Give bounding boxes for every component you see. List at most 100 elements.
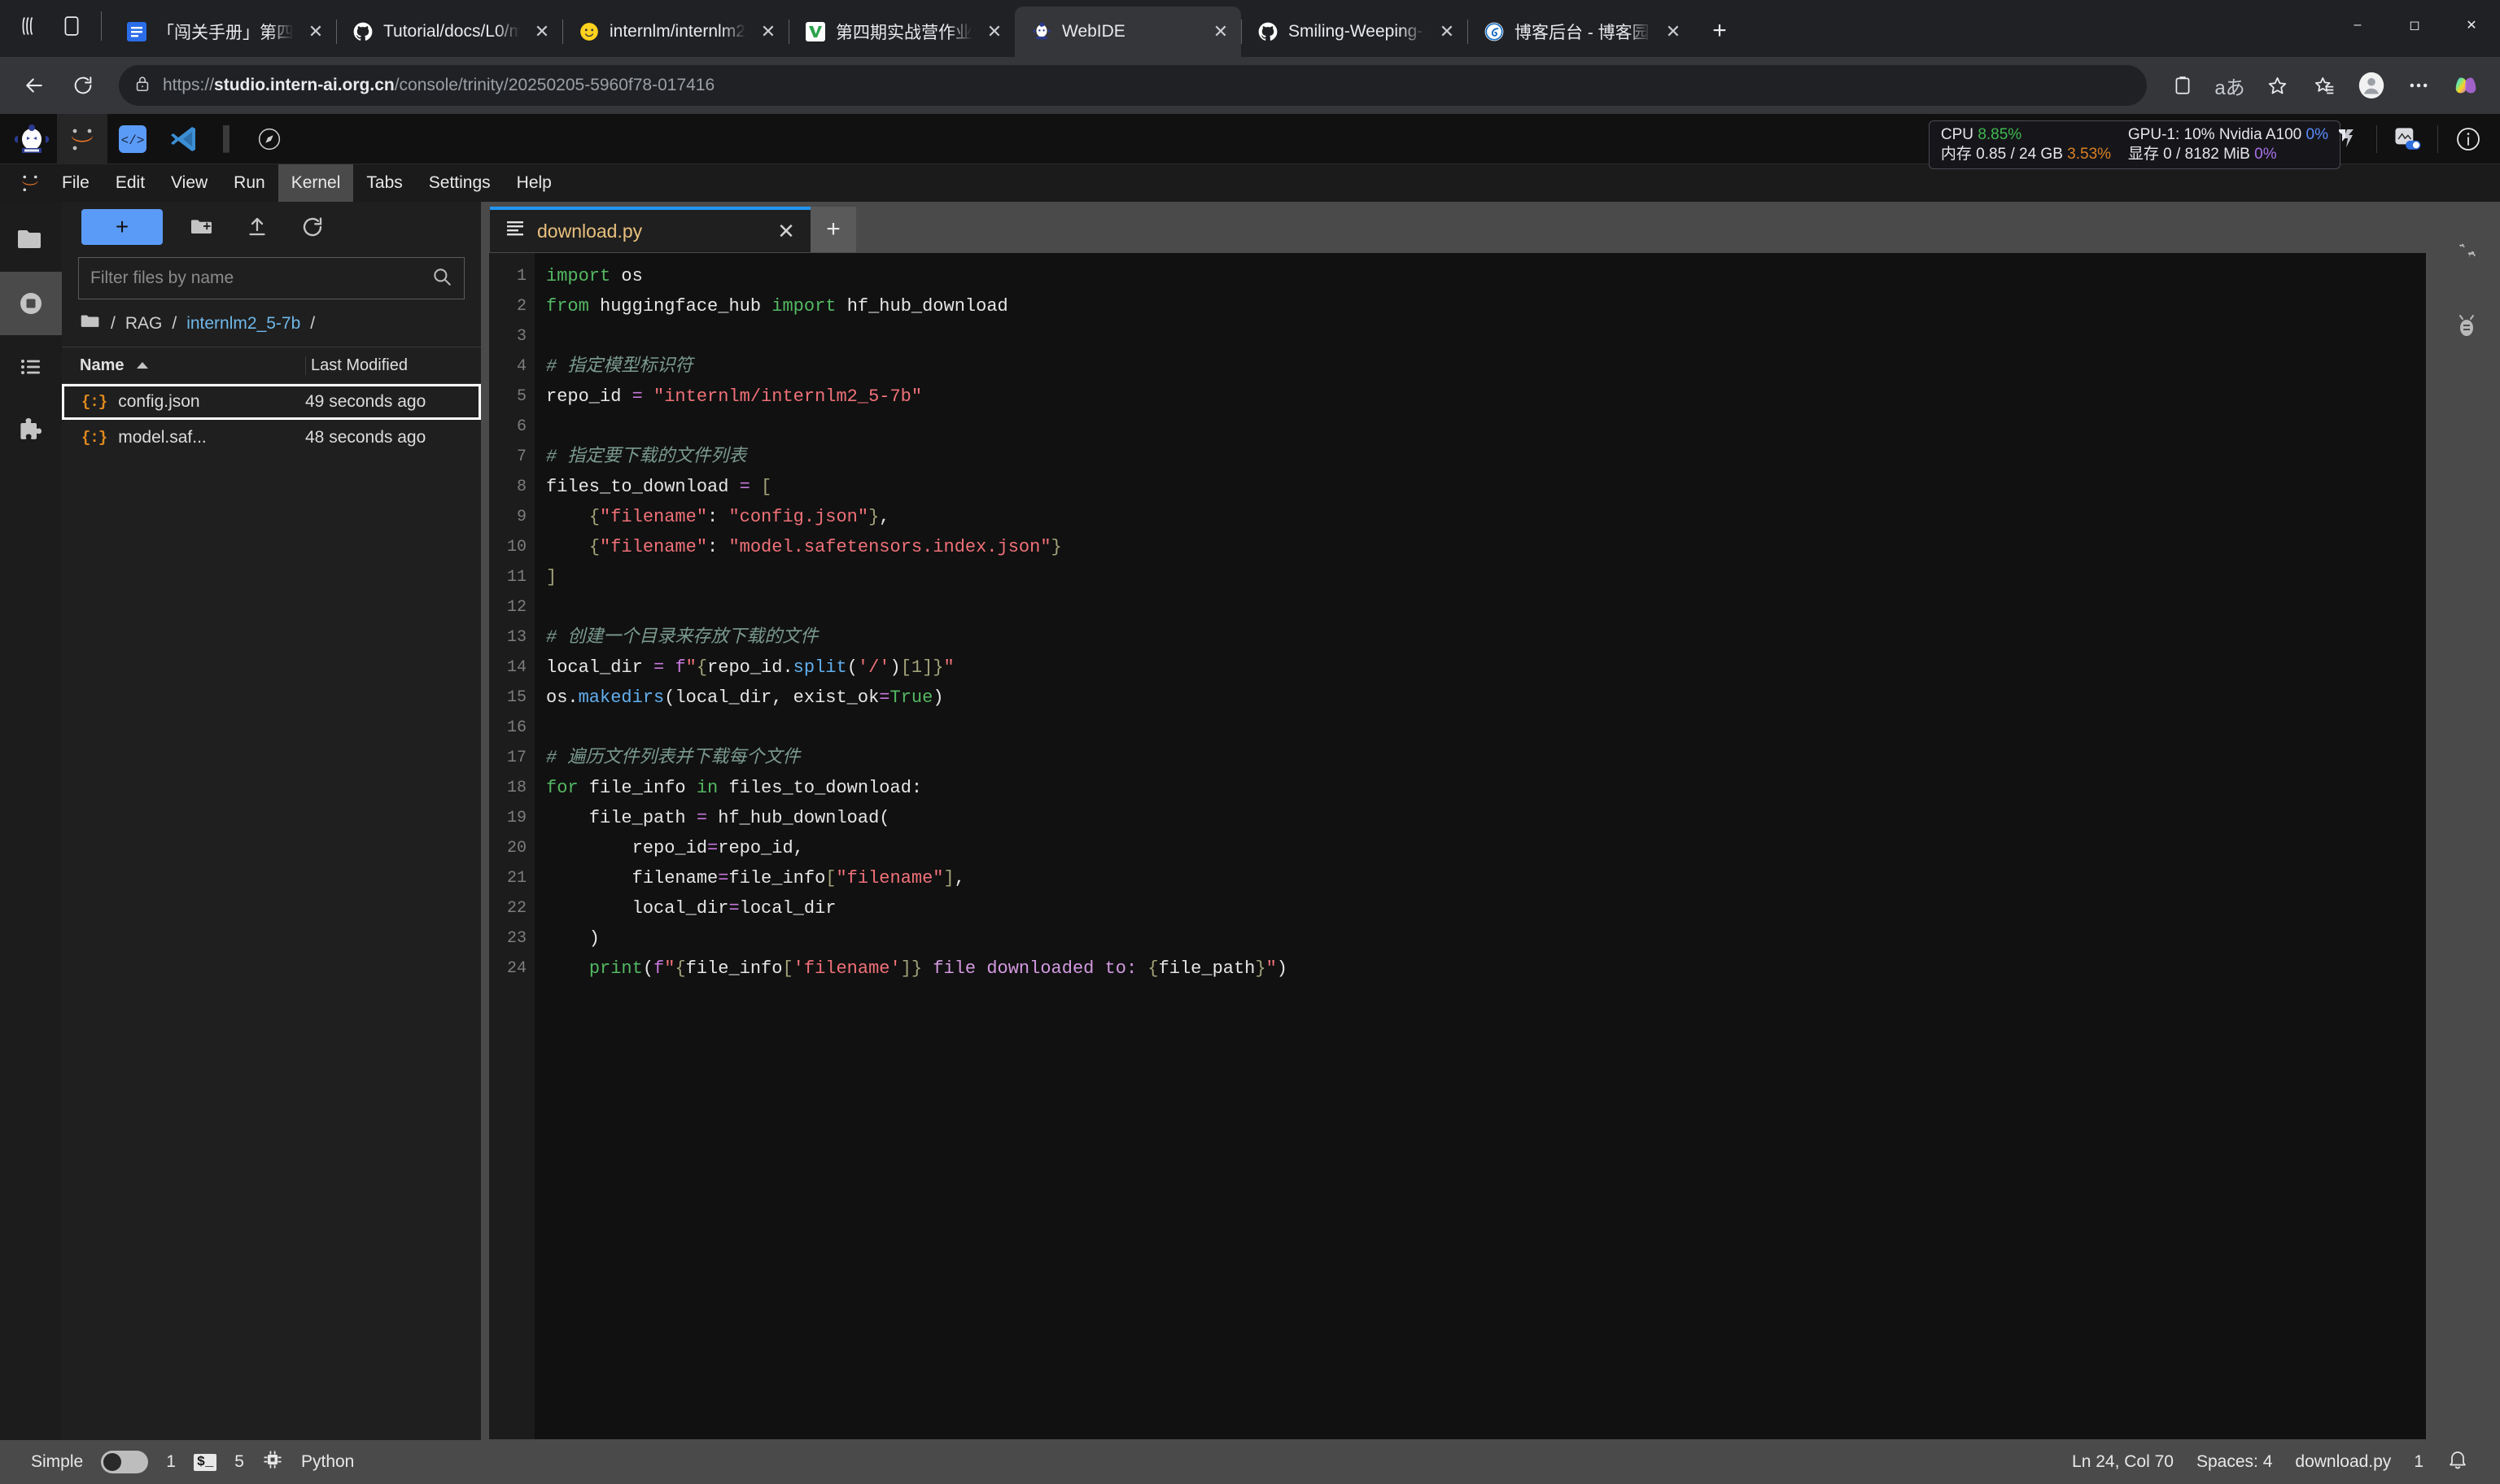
cursor-position[interactable]: Ln 24, Col 70 — [2072, 1452, 2174, 1472]
settings-more-icon[interactable] — [2396, 63, 2441, 108]
indent-spaces[interactable]: Spaces: 4 — [2196, 1452, 2272, 1472]
menu-settings[interactable]: Settings — [416, 164, 504, 202]
close-window-button[interactable]: ✕ — [2443, 0, 2500, 50]
new-tab-button[interactable]: + — [1698, 10, 1741, 52]
menu-run[interactable]: Run — [221, 164, 278, 202]
simple-mode-toggle[interactable] — [101, 1451, 149, 1473]
code-line-14: local_dir = f"{repo_id.split('/')[1]}" — [546, 657, 955, 678]
menu-view[interactable]: View — [158, 164, 221, 202]
search-input[interactable] — [90, 268, 431, 288]
tensorboard-icon[interactable] — [2321, 114, 2371, 164]
debugger-icon[interactable] — [2433, 291, 2500, 361]
file-filter-box[interactable] — [78, 257, 465, 299]
browser-tab-label: 博客后台 - 博客园 — [1514, 24, 1650, 42]
breadcrumb-item-rag[interactable]: RAG — [125, 314, 163, 334]
line-number: 18 — [506, 779, 527, 797]
menu-kernel[interactable]: Kernel — [278, 164, 354, 202]
sidebar-item-extensions[interactable] — [0, 399, 62, 462]
sidebar-item-running-terminals[interactable] — [0, 272, 62, 335]
file-browser-panel: + / — [62, 202, 482, 1440]
file-row-config-json[interactable]: {:} config.json 49 seconds ago — [62, 384, 481, 420]
close-icon[interactable]: ✕ — [981, 18, 1008, 46]
monitor-toggle-icon[interactable] — [2382, 114, 2432, 164]
refresh-icon[interactable] — [296, 211, 329, 243]
line-number: 24 — [506, 959, 527, 978]
terminal-icon[interactable]: $_ — [193, 1453, 217, 1471]
breadcrumb-root[interactable]: / — [111, 314, 116, 334]
editor-tab-download-py[interactable]: download.py ✕ — [490, 207, 811, 252]
close-icon[interactable]: ✕ — [528, 18, 556, 46]
close-icon[interactable]: ✕ — [1433, 18, 1461, 46]
line-number: 19 — [506, 809, 527, 827]
bell-icon[interactable] — [2446, 1448, 2469, 1476]
browser-tab-strip: 「闯关手册」第四期 ✕ Tutorial/docs/L0/maa ✕ inter… — [0, 0, 2500, 57]
browser-tab-0[interactable]: 「闯关手册」第四期 ✕ — [110, 7, 336, 57]
code-line-12 — [546, 592, 2426, 622]
collections-icon[interactable] — [2160, 63, 2205, 108]
maximize-button[interactable]: ◻ — [2386, 0, 2443, 50]
back-button[interactable] — [11, 63, 57, 108]
ide-topbar-actions — [2321, 114, 2493, 164]
favorites-list-icon[interactable] — [2301, 63, 2347, 108]
add-editor-tab-button[interactable]: + — [811, 207, 856, 252]
browser-tab-1[interactable]: Tutorial/docs/L0/maa ✕ — [336, 7, 562, 57]
browser-tab-5[interactable]: Smiling-Weeping-zhr ✕ — [1241, 7, 1467, 57]
menu-help[interactable]: Help — [504, 164, 565, 202]
sidebar-item-file-browser[interactable] — [0, 208, 62, 272]
internlm-robot-icon[interactable] — [7, 114, 57, 164]
code-server-icon[interactable]: </> — [107, 114, 158, 164]
minimize-button[interactable]: – — [2329, 0, 2386, 50]
doc-blue-icon — [125, 20, 149, 44]
menu-tabs[interactable]: Tabs — [353, 164, 415, 202]
webide-app: </> CPU 8.85% GPU-1: 10% Nvidia A100 0% … — [0, 113, 2500, 1484]
kernel-name[interactable]: Python — [301, 1452, 354, 1472]
address-bar[interactable]: https://studio.intern-ai.org.cn/console/… — [119, 65, 2147, 106]
column-header-name[interactable]: Name — [62, 356, 305, 375]
profile-icon[interactable] — [2349, 63, 2394, 108]
status-bar-right: Ln 24, Col 70 Spaces: 4 download.py 1 — [2072, 1448, 2500, 1476]
cpu-value: 8.85% — [1978, 126, 2022, 143]
close-icon[interactable]: ✕ — [771, 216, 801, 246]
browser-tab-6[interactable]: 博客后台 - 博客园 ✕ — [1467, 7, 1694, 57]
tab-actions-icon[interactable] — [50, 5, 93, 47]
menu-file[interactable]: File — [49, 164, 103, 202]
compass-icon[interactable] — [244, 114, 295, 164]
info-icon[interactable] — [2443, 114, 2493, 164]
code-content[interactable]: import os from huggingface_hub import hf… — [535, 253, 2426, 1439]
close-icon[interactable]: ✕ — [1207, 18, 1235, 46]
file-modified-label: 48 seconds ago — [305, 428, 426, 447]
column-header-last-modified[interactable]: Last Modified — [305, 356, 481, 375]
kernel-chip-icon[interactable] — [262, 1449, 283, 1475]
code-line-24: print(f"{file_info['filename']} file dow… — [588, 958, 1287, 979]
line-number: 16 — [506, 718, 527, 737]
jupyter-icon[interactable] — [57, 113, 107, 164]
breadcrumb-item-internlm2[interactable]: internlm2_5-7b — [186, 314, 300, 334]
sidebar-item-commands[interactable] — [0, 335, 62, 399]
json-file-icon: {:} — [81, 393, 107, 411]
code-editor[interactable]: 1 2 3 4 5 6 7 8 9 10 11 12 13 14 15 16 1 — [488, 252, 2427, 1440]
code-line-20: repo_id=repo_id, — [632, 838, 804, 858]
browser-tab-2[interactable]: internlm/internlm2-c ✕ — [562, 7, 789, 57]
menu-edit[interactable]: Edit — [103, 164, 158, 202]
refresh-button[interactable] — [60, 63, 106, 108]
close-icon[interactable]: ✕ — [302, 18, 330, 46]
workspaces-icon[interactable] — [8, 5, 50, 47]
new-folder-icon[interactable] — [186, 211, 218, 243]
code-line-6 — [546, 412, 2426, 442]
line-number: 6 — [516, 417, 527, 436]
browser-tab-4-active[interactable]: WebIDE ✕ — [1015, 7, 1241, 57]
close-icon[interactable]: ✕ — [1659, 18, 1687, 46]
file-row-model-safetensors[interactable]: {:} model.saf... 48 seconds ago — [62, 420, 481, 456]
favorite-icon[interactable] — [2254, 63, 2300, 108]
vscode-icon[interactable] — [158, 114, 208, 164]
upload-icon[interactable] — [241, 211, 273, 243]
code-line-16 — [546, 713, 2426, 743]
new-launcher-button[interactable]: + — [81, 209, 163, 245]
copilot-icon[interactable] — [2443, 63, 2489, 108]
read-aloud-icon[interactable]: aあ — [2207, 63, 2253, 108]
right-sidebar-rail — [2433, 202, 2500, 1440]
browser-tab-3[interactable]: 第四期实战营作业及住 ✕ — [789, 7, 1015, 57]
close-icon[interactable]: ✕ — [754, 18, 782, 46]
property-inspector-icon[interactable] — [2433, 221, 2500, 291]
left-sidebar-rail — [0, 202, 62, 1440]
